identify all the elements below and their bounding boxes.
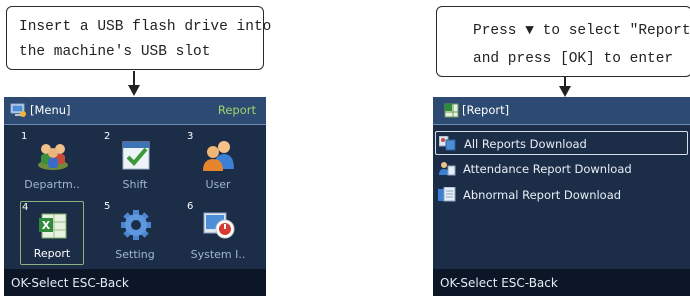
tile-number: 1 [21,131,28,142]
tile-label: System I.. [190,248,246,261]
device-screen-menu: [Menu] Report 1 Departm.. 2 Shift 3 User… [4,97,266,296]
tile-label: Report [33,247,71,260]
calendar-check-icon [122,141,150,170]
item-label: All Reports Download [464,137,587,151]
report-icon [444,103,459,118]
menu-tile-user[interactable]: 3 User [186,131,250,195]
tile-label: User [205,178,231,191]
tile-label: Departm.. [24,178,80,191]
down-arrow-icon [559,77,571,97]
attendance-icon [439,162,456,176]
instruction-callout-right: Press ▼ to select "Report" and press [OK… [436,6,690,77]
tile-label: Setting [115,248,155,261]
callout-line: Press ▼ to select "Report" [473,23,690,39]
item-label: Attendance Report Download [463,162,632,176]
all-reports-icon [439,136,456,151]
instruction-callout-left: Insert a USB flash drive into the machin… [6,6,272,70]
item-label: Abnormal Report Download [463,188,622,202]
menu-tile-setting[interactable]: 5 Setting [103,201,167,265]
device-screen-report: [Report] All Reports Download Attendance… [433,97,690,296]
status-hint: OK-Select ESC-Back [440,276,558,290]
menu-tile-report[interactable]: 4 X Report [20,201,84,265]
callout-line: Insert a USB flash drive into [19,19,272,35]
tile-number: 2 [104,131,111,142]
users-icon [203,141,234,171]
tile-number: 4 [22,202,29,213]
menu-titlebar: [Menu] Report [4,97,266,125]
people-group-icon [38,144,68,170]
report-titlebar: [Report] [433,97,690,125]
report-item-abnormal[interactable]: Abnormal Report Download [435,183,688,207]
monitor-icon [10,103,26,117]
callout-line: the machine's USB slot [19,44,211,60]
svg-text:X: X [42,219,51,232]
selected-item-name: Report [217,103,256,117]
tile-number: 6 [187,201,194,212]
gear-icon [121,210,151,240]
tile-number: 5 [104,201,111,212]
callout-line: and press [OK] to enter [473,51,674,67]
page-title: [Menu] [30,103,71,117]
status-hint: OK-Select ESC-Back [11,276,129,290]
down-arrow-icon [128,71,140,96]
statusbar: OK-Select ESC-Back [433,269,690,296]
page-title: [Report] [462,103,510,117]
report-item-attendance[interactable]: Attendance Report Download [435,157,688,181]
menu-tile-department[interactable]: 1 Departm.. [20,131,84,195]
report-item-all-reports[interactable]: All Reports Download [435,131,688,155]
menu-tile-shift[interactable]: 2 Shift [103,131,167,195]
tile-number: 3 [187,131,194,142]
tile-label: Shift [122,178,148,191]
abnormal-icon [438,187,456,202]
statusbar: OK-Select ESC-Back [4,269,266,296]
spreadsheet-icon: X [39,213,67,239]
menu-tile-system-info[interactable]: 6 System I.. [186,201,250,265]
system-info-icon [203,212,235,239]
